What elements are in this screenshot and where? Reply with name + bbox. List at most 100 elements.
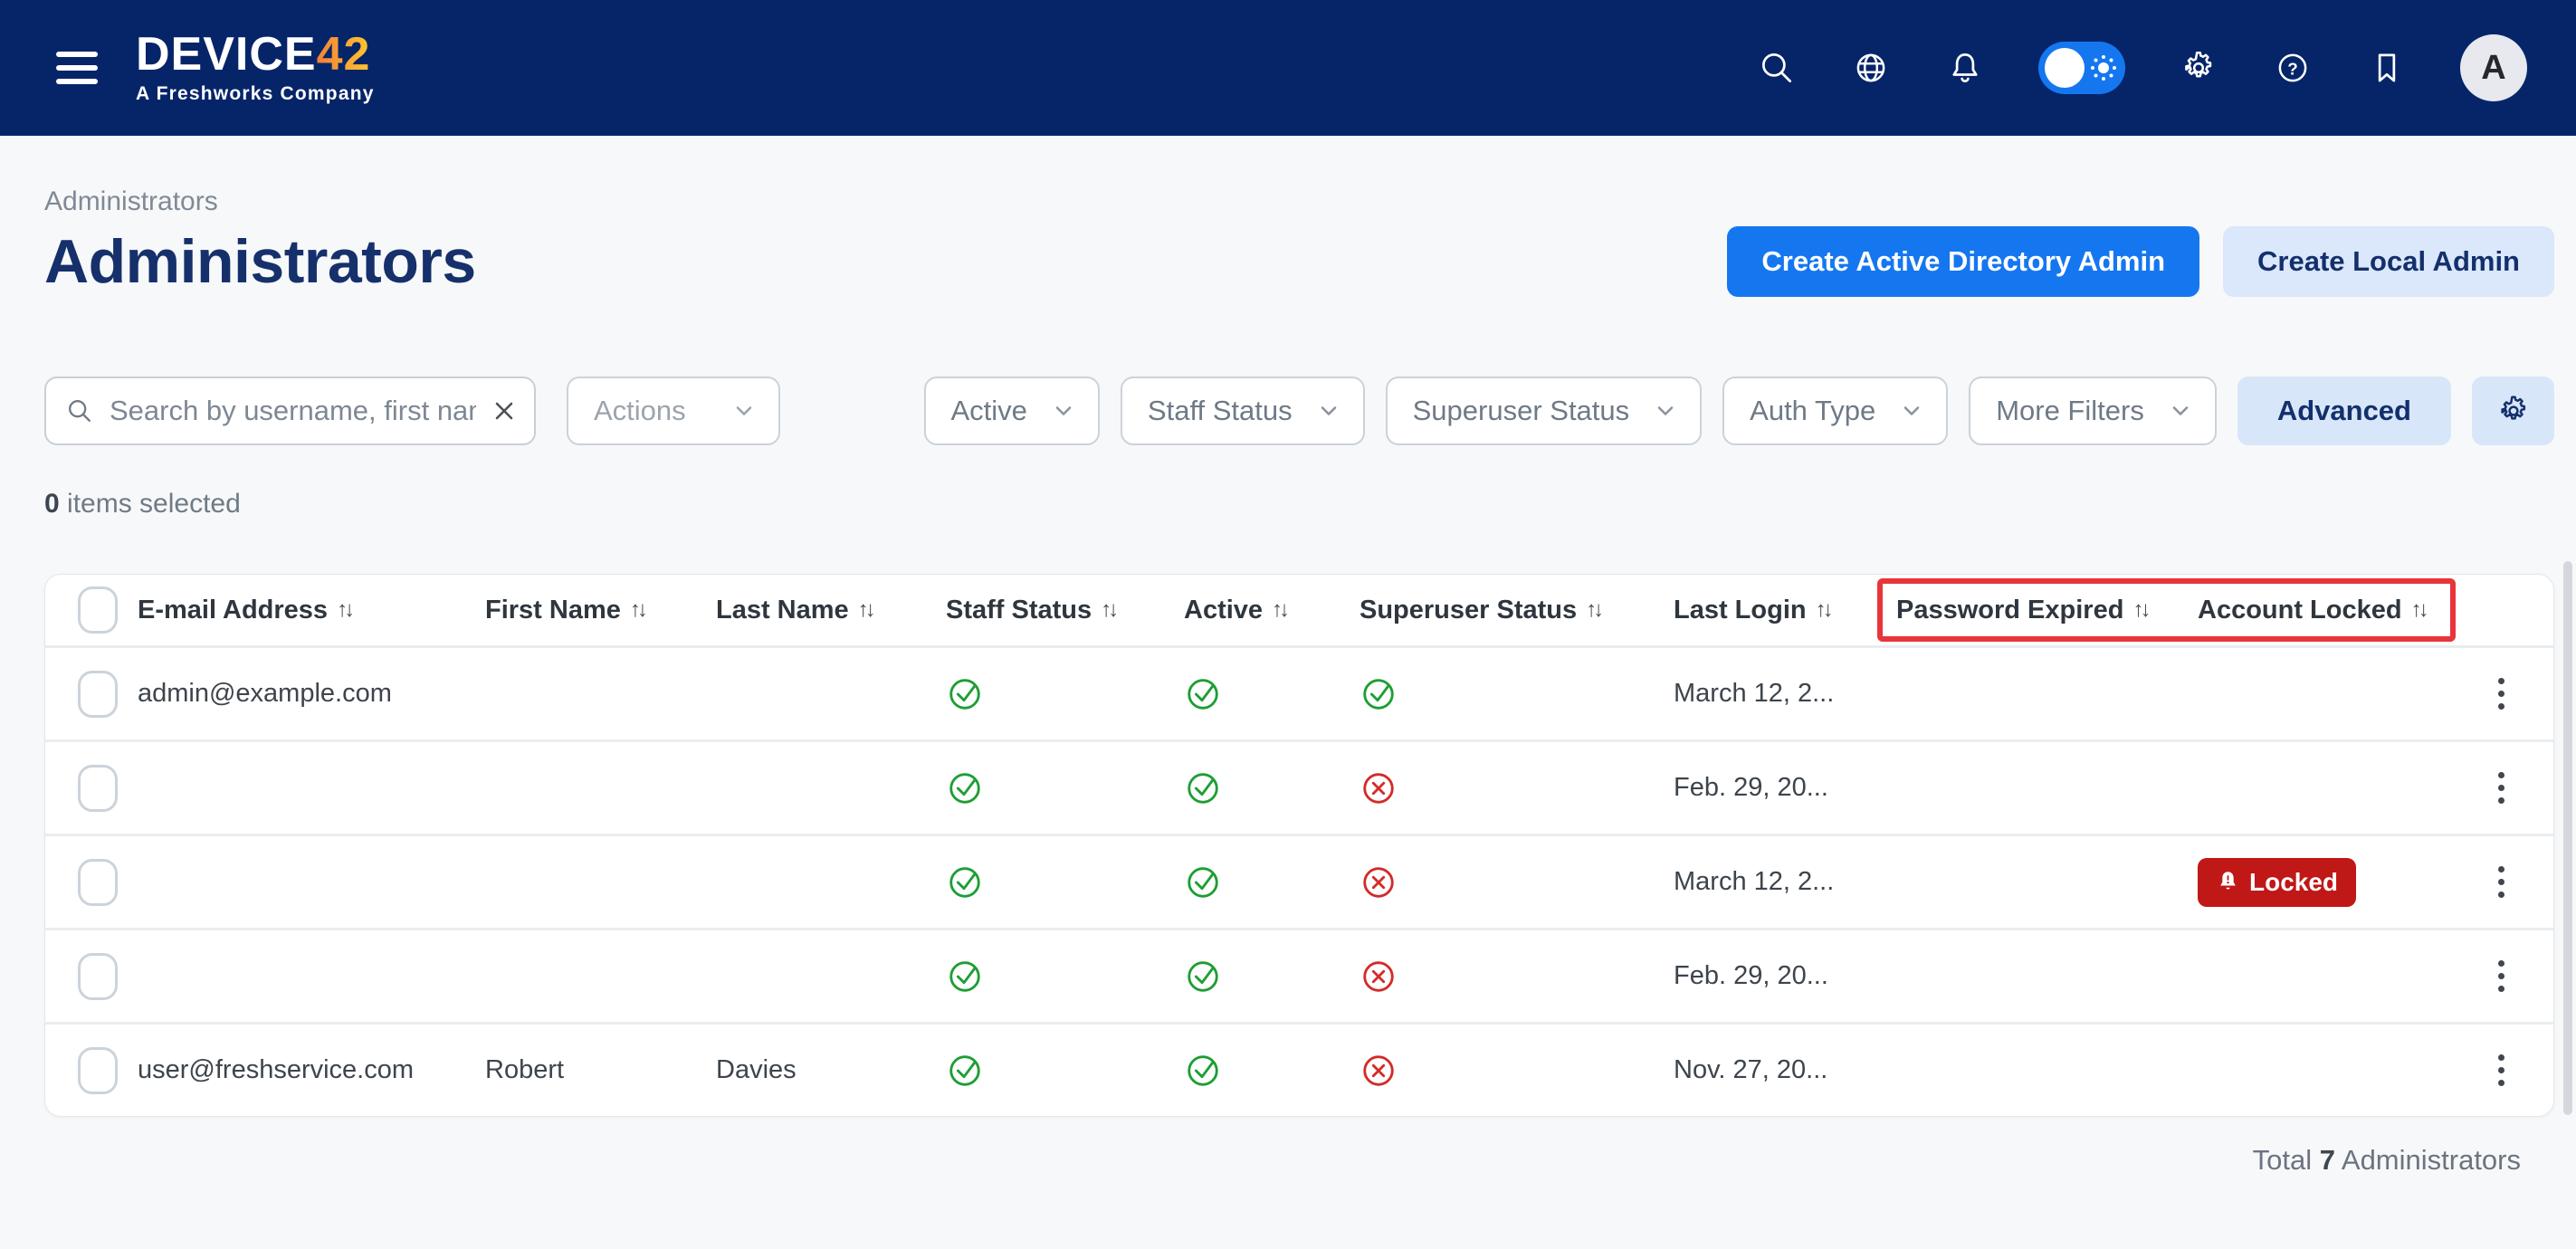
staff-status-cell bbox=[946, 1052, 1184, 1090]
status-no-icon bbox=[1360, 1052, 1398, 1090]
chevron-down-icon bbox=[2168, 398, 2193, 424]
column-label: Last Login bbox=[1674, 596, 1807, 625]
active-cell bbox=[1184, 863, 1360, 901]
superuser-status-cell bbox=[1360, 958, 1674, 996]
filter-group: Active Staff Status Superuser Status Auth T… bbox=[924, 377, 2217, 445]
sort-icon[interactable]: ↑↓ bbox=[858, 597, 876, 623]
active-cell bbox=[1184, 769, 1360, 807]
administrators-table: E-mail Address↑↓First Name↑↓Last Name↑↓S… bbox=[44, 574, 2554, 1117]
sort-icon[interactable]: ↑↓ bbox=[2411, 597, 2429, 623]
account-locked-cell: Locked bbox=[2198, 858, 2440, 907]
scrollbar-thumb[interactable] bbox=[2563, 561, 2572, 1115]
filter-dropdown-staff-status[interactable]: Staff Status bbox=[1121, 377, 1365, 445]
sort-icon[interactable]: ↑↓ bbox=[630, 597, 648, 623]
status-yes-icon bbox=[1184, 863, 1222, 901]
brand-wordmark: DEVICE42 bbox=[136, 31, 370, 78]
search-input[interactable] bbox=[108, 394, 478, 428]
table-row: admin@example.comMarch 12, 2... bbox=[45, 645, 2553, 739]
chevron-down-icon bbox=[1653, 398, 1678, 424]
create-local-admin-button[interactable]: Create Local Admin bbox=[2223, 226, 2554, 297]
row-menu-button[interactable] bbox=[2489, 857, 2514, 907]
filter-label: Auth Type bbox=[1750, 395, 1875, 427]
locked-badge-label: Locked bbox=[2249, 868, 2338, 897]
last-login-cell: Nov. 27, 20... bbox=[1674, 1055, 1896, 1085]
table-row: Feb. 29, 20... bbox=[45, 928, 2553, 1022]
sort-icon[interactable]: ↑↓ bbox=[1586, 597, 1604, 623]
sort-icon[interactable]: ↑↓ bbox=[337, 597, 355, 623]
table-header-row: E-mail Address↑↓First Name↑↓Last Name↑↓S… bbox=[45, 575, 2553, 645]
email-cell: admin@example.com bbox=[138, 679, 485, 709]
bookmark-icon[interactable] bbox=[2366, 47, 2408, 89]
superuser-status-cell bbox=[1360, 863, 1674, 901]
row-checkbox[interactable] bbox=[78, 765, 118, 812]
email-cell: user@freshservice.com bbox=[138, 1055, 485, 1085]
globe-icon[interactable] bbox=[1850, 47, 1892, 89]
create-active-directory-admin-button[interactable]: Create Active Directory Admin bbox=[1727, 226, 2199, 297]
menu-button[interactable] bbox=[51, 46, 103, 90]
row-menu-button[interactable] bbox=[2489, 951, 2514, 1001]
brand-subtitle: A Freshworks Company bbox=[136, 83, 375, 105]
column-header-superuser-status: Superuser Status↑↓ bbox=[1360, 596, 1674, 625]
chevron-down-icon bbox=[1051, 398, 1076, 424]
column-label: Password Expired bbox=[1896, 596, 2123, 625]
notifications-bell-icon[interactable] bbox=[1944, 47, 1986, 89]
theme-toggle[interactable] bbox=[2038, 42, 2125, 94]
alarm-bell-icon bbox=[2216, 870, 2240, 894]
search-icon[interactable] bbox=[1756, 47, 1798, 89]
row-checkbox[interactable] bbox=[78, 671, 118, 718]
status-yes-icon bbox=[1184, 769, 1222, 807]
clear-search-icon[interactable] bbox=[491, 397, 518, 424]
superuser-status-cell bbox=[1360, 769, 1674, 807]
brand-accent: 42 bbox=[317, 28, 371, 81]
select-all-checkbox[interactable] bbox=[78, 586, 118, 634]
filter-dropdown-superuser-status[interactable]: Superuser Status bbox=[1386, 377, 1703, 445]
active-cell bbox=[1184, 1052, 1360, 1090]
status-yes-icon bbox=[1184, 1052, 1222, 1090]
staff-status-cell bbox=[946, 863, 1184, 901]
locked-status-badge: Locked bbox=[2198, 858, 2356, 907]
column-header-last-name: Last Name↑↓ bbox=[716, 596, 946, 625]
toggle-knob bbox=[2045, 48, 2085, 88]
column-label: E-mail Address bbox=[138, 596, 328, 625]
sort-icon[interactable]: ↑↓ bbox=[2132, 597, 2151, 623]
settings-gear-icon[interactable] bbox=[2178, 47, 2219, 89]
brand-logo[interactable]: DEVICE42 A Freshworks Company bbox=[136, 31, 375, 105]
staff-status-cell bbox=[946, 675, 1184, 713]
sort-icon[interactable]: ↑↓ bbox=[1816, 597, 1834, 623]
active-cell bbox=[1184, 675, 1360, 713]
column-label: First Name bbox=[485, 596, 621, 625]
actions-dropdown[interactable]: Actions bbox=[567, 377, 780, 445]
sort-icon[interactable]: ↑↓ bbox=[1272, 597, 1290, 623]
filter-dropdown-active[interactable]: Active bbox=[924, 377, 1100, 445]
active-cell bbox=[1184, 958, 1360, 996]
row-checkbox[interactable] bbox=[78, 1047, 118, 1094]
staff-status-cell bbox=[946, 958, 1184, 996]
filter-dropdown-more-filters[interactable]: More Filters bbox=[1969, 377, 2217, 445]
table-row: March 12, 2... Locked bbox=[45, 834, 2553, 928]
first-name-cell: Robert bbox=[485, 1055, 716, 1085]
breadcrumb[interactable]: Administrators bbox=[44, 186, 2554, 217]
sort-icon[interactable]: ↑↓ bbox=[1101, 597, 1119, 623]
row-menu-button[interactable] bbox=[2489, 669, 2514, 719]
sun-icon bbox=[2089, 53, 2118, 82]
filter-dropdown-auth-type[interactable]: Auth Type bbox=[1722, 377, 1948, 445]
selection-label: items selected bbox=[67, 489, 241, 519]
status-yes-icon bbox=[946, 769, 984, 807]
row-menu-button[interactable] bbox=[2489, 763, 2514, 813]
help-icon[interactable]: ? bbox=[2272, 47, 2314, 89]
table-settings-gear-button[interactable] bbox=[2472, 377, 2554, 445]
user-avatar[interactable]: A bbox=[2460, 34, 2527, 101]
top-navbar: DEVICE42 A Freshworks Company bbox=[0, 0, 2576, 136]
status-yes-icon bbox=[946, 1052, 984, 1090]
advanced-filters-button[interactable]: Advanced bbox=[2237, 377, 2451, 445]
row-checkbox[interactable] bbox=[78, 953, 118, 1000]
row-checkbox[interactable] bbox=[78, 859, 118, 906]
last-login-cell: March 12, 2... bbox=[1674, 867, 1896, 897]
column-header-password-expired: Password Expired ↑↓ bbox=[1896, 596, 2198, 625]
selection-status: 0 items selected bbox=[44, 489, 2554, 520]
column-header-staff-status: Staff Status↑↓ bbox=[946, 596, 1184, 625]
row-menu-button[interactable] bbox=[2489, 1045, 2514, 1095]
column-header-e-mail-address: E-mail Address ↑↓ bbox=[138, 596, 485, 625]
page-title: Administrators bbox=[44, 226, 476, 297]
last-login-cell: Feb. 29, 20... bbox=[1674, 773, 1896, 803]
